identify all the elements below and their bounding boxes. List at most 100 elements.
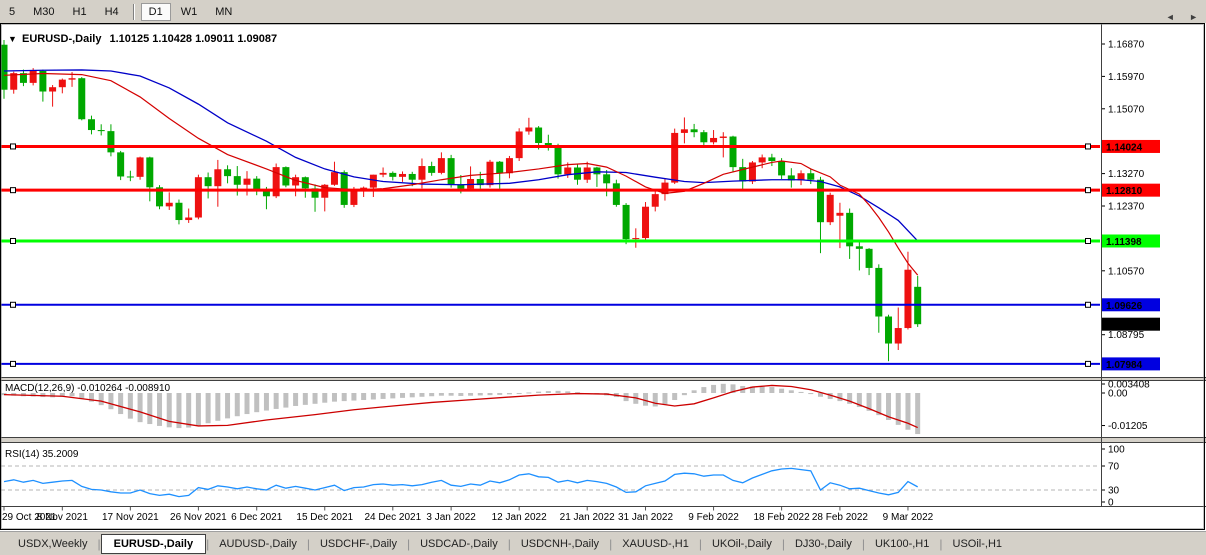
timeframe-button-H4[interactable]: H4: [97, 3, 127, 21]
tab-xauusd-h1[interactable]: XAUUSD-,H1: [612, 535, 699, 553]
macd-bar: [293, 393, 298, 406]
macd-bar: [517, 393, 522, 394]
macd-bar: [711, 385, 716, 393]
candle-body: [380, 173, 387, 175]
tab-usdx-weekly[interactable]: USDX,Weekly: [8, 535, 97, 553]
tab-ukoil-daily[interactable]: UKOil-,Daily: [702, 535, 782, 553]
timeframe-button-MN[interactable]: MN: [207, 3, 240, 21]
tab-usoil-h1[interactable]: USOil-,H1: [943, 535, 1013, 553]
date-label: 28 Feb 2022: [812, 512, 869, 523]
tab-dj30-daily[interactable]: DJ30-,Daily: [785, 535, 862, 553]
candle-body: [69, 78, 76, 79]
candle-body: [506, 158, 513, 173]
candle-body: [710, 138, 717, 142]
date-label: 3 Jan 2022: [426, 512, 476, 523]
macd-bar: [760, 387, 765, 393]
hline-handle[interactable]: [11, 188, 16, 193]
candle-body: [671, 133, 678, 183]
candle-body: [555, 145, 562, 174]
date-label: 8 Nov 2021: [37, 512, 89, 523]
date-label: 21 Jan 2022: [560, 512, 615, 523]
candle-body: [409, 174, 416, 180]
hline-handle[interactable]: [11, 361, 16, 366]
candle-body: [778, 161, 785, 175]
macd-bar: [799, 392, 804, 393]
chart-svg: 1.168701.159701.150701.132701.123701.105…: [0, 23, 1206, 531]
symbol-dropdown-icon[interactable]: ▼: [8, 34, 17, 44]
candle-body: [331, 172, 338, 185]
macd-bar: [225, 393, 230, 418]
candle-body: [866, 249, 873, 268]
macd-bar: [303, 393, 308, 405]
candle-body: [768, 157, 775, 161]
candle-body: [827, 195, 834, 222]
candle-body: [234, 176, 241, 185]
candle-body: [535, 128, 542, 143]
tab-scroll-left-icon[interactable]: ◄: [1166, 12, 1175, 22]
macd-tick-label: -0.01205: [1108, 421, 1148, 432]
hline-1.07984-tag-label: 1.07984: [1106, 360, 1143, 371]
macd-bar: [313, 393, 318, 404]
macd-bar: [342, 393, 347, 401]
macd-bar: [157, 393, 162, 426]
macd-bar: [653, 393, 658, 407]
macd-bar: [245, 393, 250, 414]
hline-handle[interactable]: [1086, 302, 1091, 307]
macd-bar: [400, 393, 405, 398]
macd-bar: [390, 393, 395, 398]
price-tick-label: 1.12370: [1108, 202, 1145, 213]
hline-handle[interactable]: [11, 144, 16, 149]
hline-handle[interactable]: [11, 302, 16, 307]
macd-bar: [721, 384, 726, 393]
rsi-label: RSI(14) 35.2009: [5, 449, 79, 460]
macd-bar: [662, 393, 667, 404]
tab-usdcad-daily[interactable]: USDCAD-,Daily: [410, 535, 508, 553]
candle-body: [730, 137, 737, 168]
hline-1.09626-tag-label: 1.09626: [1106, 301, 1143, 312]
date-label: 9 Mar 2022: [883, 512, 934, 523]
tab-scroll-right-icon[interactable]: ►: [1189, 12, 1198, 22]
macd-tick-label: 0.00: [1108, 389, 1128, 400]
hline-handle[interactable]: [1086, 144, 1091, 149]
date-label: 12 Jan 2022: [492, 512, 547, 523]
candle-body: [88, 119, 95, 130]
candle-body: [127, 176, 134, 177]
macd-bar: [769, 387, 774, 393]
hline-handle[interactable]: [11, 238, 16, 243]
toolbar-separator: [133, 4, 135, 20]
tab-usdcnh-daily[interactable]: USDCNH-,Daily: [511, 535, 609, 553]
tab-uk100-h1[interactable]: UK100-,H1: [865, 535, 939, 553]
chart-title-ohlc: 1.10125 1.10428 1.09011 1.09087: [109, 33, 277, 45]
macd-bar: [701, 387, 706, 393]
timeframe-button-M30[interactable]: M30: [25, 3, 62, 21]
macd-bar: [147, 393, 152, 424]
timeframe-button-5[interactable]: 5: [1, 3, 23, 21]
tab-usdchf-daily[interactable]: USDCHF-,Daily: [310, 535, 407, 553]
chart-plot-area[interactable]: [1, 24, 1100, 377]
date-label: 6 Dec 2021: [231, 512, 283, 523]
timeframe-button-D1[interactable]: D1: [141, 3, 171, 21]
timeframe-toolbar: 5M30H1H4 D1W1MN: [0, 0, 1206, 23]
date-label: 17 Nov 2021: [102, 512, 159, 523]
macd-bar: [332, 393, 337, 402]
timeframe-button-W1[interactable]: W1: [173, 3, 206, 21]
timeframe-button-H1[interactable]: H1: [65, 3, 95, 21]
macd-bar: [196, 393, 201, 425]
price-tick-label: 1.10570: [1108, 266, 1145, 277]
hline-handle[interactable]: [1086, 238, 1091, 243]
date-label: 9 Feb 2022: [688, 512, 739, 523]
tab-audusd-daily[interactable]: AUDUSD-,Daily: [209, 535, 307, 553]
candle-body: [681, 129, 688, 133]
candle-body: [399, 174, 406, 177]
macd-bar: [381, 393, 386, 399]
rsi-tick-label: 70: [1108, 462, 1120, 473]
tab-eurusd-daily[interactable]: EURUSD-,Daily: [101, 534, 206, 554]
date-label: 26 Nov 2021: [170, 512, 227, 523]
hline-handle[interactable]: [1086, 361, 1091, 366]
date-label: 18 Feb 2022: [754, 512, 811, 523]
hline-handle[interactable]: [1086, 188, 1091, 193]
chart-title: EURUSD-,Daily1.10125 1.10428 1.09011 1.0…: [22, 33, 277, 45]
candle-body: [195, 177, 202, 217]
macd-bar: [99, 393, 104, 405]
candle-body: [438, 158, 445, 173]
